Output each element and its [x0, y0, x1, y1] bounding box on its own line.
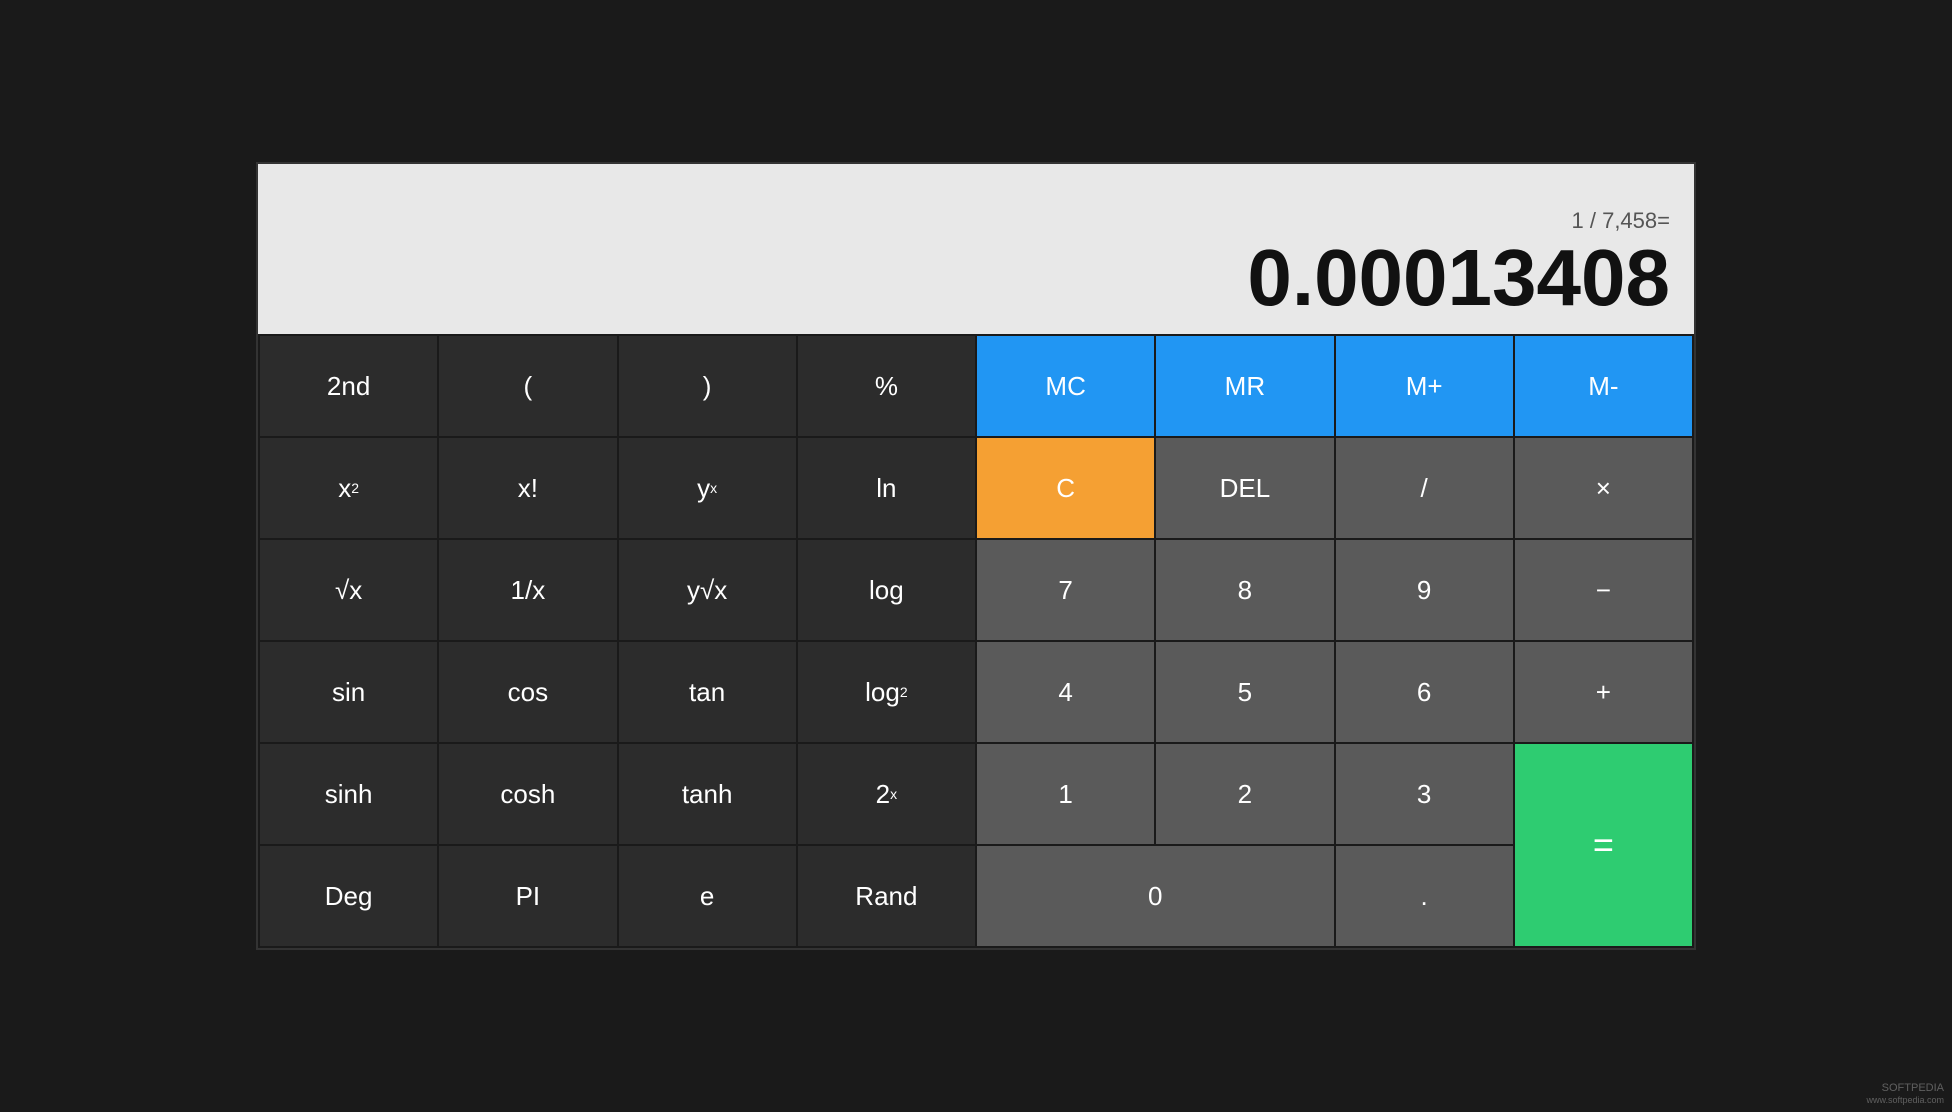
btn-subtract[interactable]: −	[1515, 540, 1692, 640]
btn-2[interactable]: 2	[1156, 744, 1333, 844]
display-expression: 1 / 7,458=	[282, 208, 1670, 234]
btn-cosh[interactable]: cosh	[439, 744, 616, 844]
btn-m-minus[interactable]: M-	[1515, 336, 1692, 436]
btn-ln[interactable]: ln	[798, 438, 975, 538]
btn-x-squared[interactable]: x2	[260, 438, 437, 538]
display-result: 0.00013408	[282, 238, 1670, 318]
btn-deg[interactable]: Deg	[260, 846, 437, 946]
btn-euler[interactable]: e	[619, 846, 796, 946]
btn-percent[interactable]: %	[798, 336, 975, 436]
btn-3[interactable]: 3	[1336, 744, 1513, 844]
btn-divide[interactable]: /	[1336, 438, 1513, 538]
btn-5[interactable]: 5	[1156, 642, 1333, 742]
btn-clear[interactable]: C	[977, 438, 1154, 538]
btn-decimal[interactable]: .	[1336, 846, 1513, 946]
btn-2nd[interactable]: 2nd	[260, 336, 437, 436]
buttons-grid: 2nd ( ) % MC MR M+ M- x2 x! yx ln C DEL …	[258, 334, 1694, 948]
btn-y-power-x[interactable]: yx	[619, 438, 796, 538]
btn-sqrt[interactable]: √x	[260, 540, 437, 640]
btn-equals[interactable]: = SOFTPEDIAwww.softpedia.com	[1515, 744, 1692, 946]
btn-x-factorial[interactable]: x!	[439, 438, 616, 538]
display-area: 1 / 7,458= 0.00013408	[258, 164, 1694, 334]
btn-7[interactable]: 7	[977, 540, 1154, 640]
btn-add[interactable]: +	[1515, 642, 1692, 742]
btn-log[interactable]: log	[798, 540, 975, 640]
btn-y-sqrt-x[interactable]: y√x	[619, 540, 796, 640]
btn-1[interactable]: 1	[977, 744, 1154, 844]
btn-tanh[interactable]: tanh	[619, 744, 796, 844]
btn-cos[interactable]: cos	[439, 642, 616, 742]
btn-log2[interactable]: log2	[798, 642, 975, 742]
btn-2-power-x[interactable]: 2x	[798, 744, 975, 844]
btn-tan[interactable]: tan	[619, 642, 796, 742]
btn-multiply[interactable]: ×	[1515, 438, 1692, 538]
btn-reciprocal[interactable]: 1/x	[439, 540, 616, 640]
btn-8[interactable]: 8	[1156, 540, 1333, 640]
btn-0[interactable]: 0	[977, 846, 1334, 946]
calculator: 1 / 7,458= 0.00013408 2nd ( ) % MC MR M+…	[256, 162, 1696, 950]
btn-mc[interactable]: MC	[977, 336, 1154, 436]
btn-pi[interactable]: PI	[439, 846, 616, 946]
watermark: SOFTPEDIAwww.softpedia.com	[1866, 1082, 1944, 1106]
btn-rand[interactable]: Rand	[798, 846, 975, 946]
btn-sin[interactable]: sin	[260, 642, 437, 742]
btn-mr[interactable]: MR	[1156, 336, 1333, 436]
btn-6[interactable]: 6	[1336, 642, 1513, 742]
btn-m-plus[interactable]: M+	[1336, 336, 1513, 436]
btn-sinh[interactable]: sinh	[260, 744, 437, 844]
btn-open-paren[interactable]: (	[439, 336, 616, 436]
btn-9[interactable]: 9	[1336, 540, 1513, 640]
btn-close-paren[interactable]: )	[619, 336, 796, 436]
btn-4[interactable]: 4	[977, 642, 1154, 742]
btn-delete[interactable]: DEL	[1156, 438, 1333, 538]
